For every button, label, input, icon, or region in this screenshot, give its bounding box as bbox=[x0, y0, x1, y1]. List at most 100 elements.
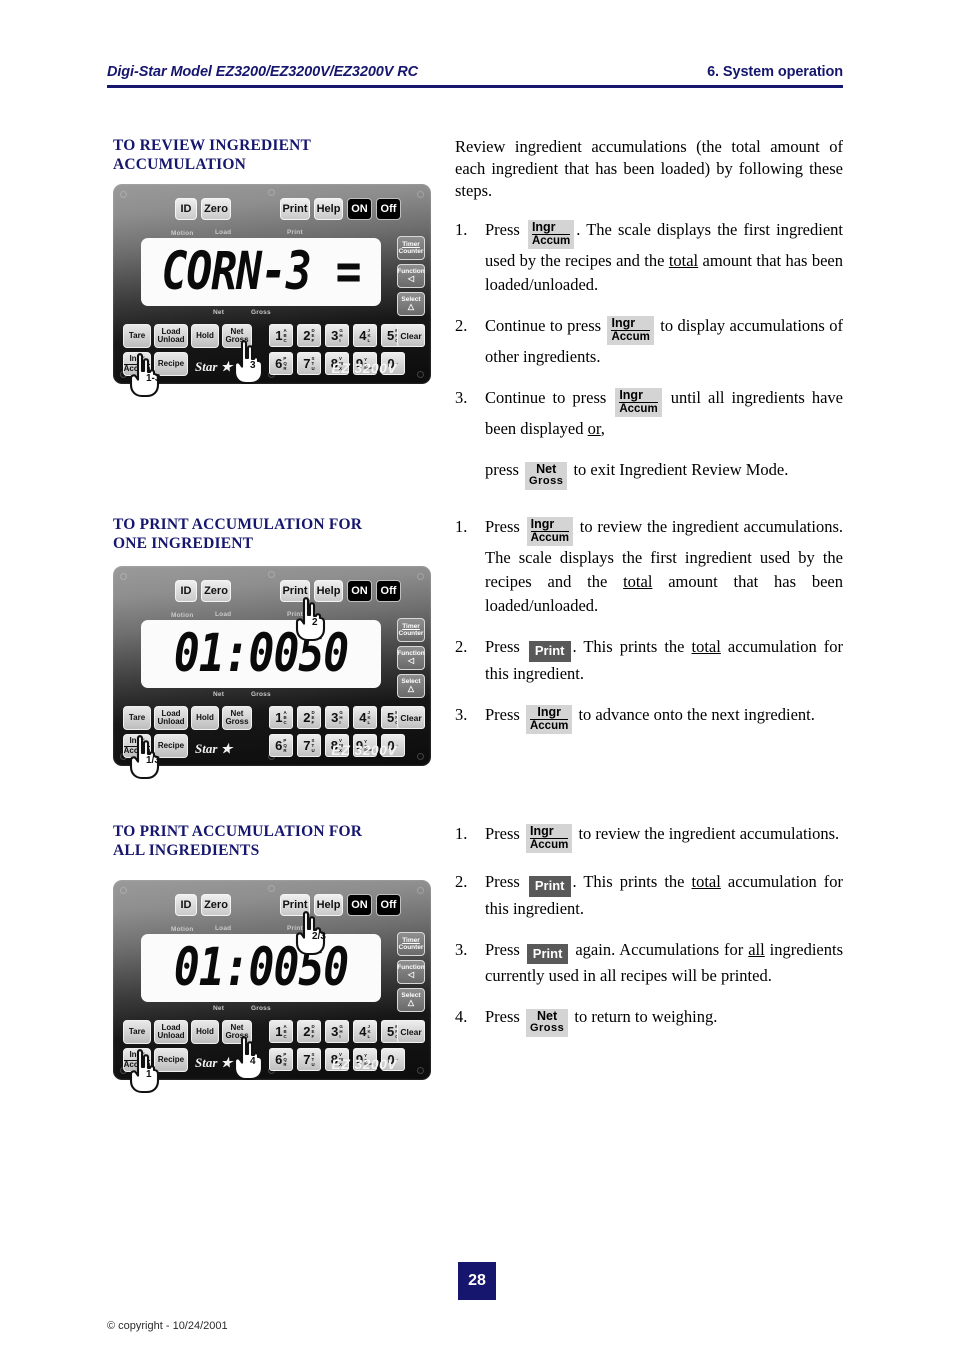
section-2-heading: TO PRINT ACCUMULATION FOR ONE INGREDIENT bbox=[113, 515, 448, 553]
device-net-gross-key[interactable]: Net Gross bbox=[222, 1020, 252, 1044]
device-keypad-6[interactable]: 6PQR bbox=[269, 1048, 293, 1071]
device-load-unload-key[interactable]: Load Unload bbox=[154, 706, 188, 730]
key-label-line1: Tare bbox=[128, 712, 146, 722]
device-function-button[interactable]: Function ◁ bbox=[397, 264, 425, 288]
step-post: to advance onto the next ingredient. bbox=[574, 704, 815, 724]
device-id-button[interactable]: ID bbox=[175, 198, 197, 220]
keypad-letters: STU bbox=[311, 1051, 315, 1067]
device-load-unload-key[interactable]: Load Unload bbox=[154, 324, 188, 348]
step-text: Continue to press Ingr Accum to display a… bbox=[485, 314, 843, 369]
device-keypad-2[interactable]: 2DEF bbox=[297, 706, 321, 729]
key-label-line1: Hold bbox=[196, 712, 214, 722]
device-keypad-3[interactable]: 3GHI bbox=[325, 324, 349, 347]
device-id-button[interactable]: ID bbox=[175, 580, 197, 602]
annunciator-gross: Gross bbox=[251, 691, 271, 698]
manual-page: Digi-Star Model EZ3200/EZ3200V/EZ3200V R… bbox=[0, 0, 954, 1351]
device-help-button[interactable]: Help bbox=[314, 198, 343, 220]
device-ingr-accum-key[interactable]: Ingr Accum bbox=[123, 352, 151, 376]
device-keypad-1[interactable]: 1ABC bbox=[269, 324, 293, 347]
device-timer-counter-button[interactable]: Timer Counter bbox=[397, 236, 425, 260]
bezel-screw bbox=[120, 191, 127, 198]
device-keypad-1[interactable]: 1ABC bbox=[269, 1020, 293, 1043]
step-underline: total bbox=[668, 251, 699, 271]
device-keypad-6[interactable]: 6PQR bbox=[269, 734, 293, 757]
scale-device-figure-1: ID Zero Print Help ON Off Motion Load Print Net Gr… bbox=[113, 184, 431, 398]
device-keypad-4[interactable]: 4JKL bbox=[353, 1020, 377, 1043]
device-off-button[interactable]: Off bbox=[376, 580, 401, 602]
step-pre: Press bbox=[485, 824, 520, 843]
device-print-button[interactable]: Print bbox=[280, 198, 310, 220]
annunciator-motion: Motion bbox=[171, 926, 194, 933]
bezel-screw bbox=[417, 887, 424, 894]
device-tare-key[interactable]: Tare bbox=[123, 324, 151, 348]
device-function-button[interactable]: Function ◁ bbox=[397, 960, 425, 984]
device-keypad-3[interactable]: 3GHI bbox=[325, 1020, 349, 1043]
device-load-unload-key[interactable]: Load Unload bbox=[154, 1020, 188, 1044]
bezel-screw bbox=[417, 371, 424, 378]
device-on-button[interactable]: ON bbox=[347, 894, 372, 916]
ingr-accum-key-icon: Ingr Accum bbox=[526, 516, 573, 547]
device-help-button[interactable]: Help bbox=[314, 580, 343, 602]
device-function-button[interactable]: Function ◁ bbox=[397, 646, 425, 670]
section-1-heading: TO REVIEW INGREDIENT ACCUMULATION bbox=[113, 136, 448, 174]
device-keypad-4[interactable]: 4JKL bbox=[353, 706, 377, 729]
keypad-digit: 5 bbox=[387, 328, 395, 343]
device-off-button[interactable]: Off bbox=[376, 894, 401, 916]
device-select-button[interactable]: Select △ bbox=[397, 292, 425, 316]
annunciator-print: Print bbox=[287, 925, 303, 932]
device-net-gross-key[interactable]: Net Gross bbox=[222, 324, 252, 348]
device-hold-key[interactable]: Hold bbox=[191, 706, 219, 730]
device-zero-button[interactable]: Zero bbox=[201, 580, 231, 602]
device-keypad-7[interactable]: 7STU bbox=[297, 734, 321, 757]
device-print-button[interactable]: Print bbox=[280, 894, 310, 916]
device-timer-counter-button[interactable]: Timer Counter bbox=[397, 618, 425, 642]
button-label-line2: ◁ bbox=[407, 656, 415, 666]
device-ingr-accum-key[interactable]: Ingr Accum bbox=[123, 1048, 151, 1072]
device-select-button[interactable]: Select △ bbox=[397, 988, 425, 1012]
device-on-button[interactable]: ON bbox=[347, 198, 372, 220]
keypad-digit: 2 bbox=[303, 328, 311, 343]
device-keypad-2[interactable]: 2DEF bbox=[297, 1020, 321, 1043]
keypad-letters: DEF bbox=[311, 709, 315, 725]
device-help-button[interactable]: Help bbox=[314, 894, 343, 916]
keypad-digit: 7 bbox=[303, 738, 311, 753]
device-timer-counter-button[interactable]: Timer Counter bbox=[397, 932, 425, 956]
device-zero-button[interactable]: Zero bbox=[201, 198, 231, 220]
device-recipe-key[interactable]: Recipe bbox=[154, 352, 188, 376]
bezel-screw bbox=[417, 1067, 424, 1074]
device-keypad-2[interactable]: 2DEF bbox=[297, 324, 321, 347]
device-keypad-1[interactable]: 1ABC bbox=[269, 706, 293, 729]
device-hold-key[interactable]: Hold bbox=[191, 324, 219, 348]
step-text: Continue to press Ingr Accum until all in… bbox=[485, 386, 843, 441]
step-text: Press Print again. Accumulations for all… bbox=[485, 938, 843, 989]
device-tare-key[interactable]: Tare bbox=[123, 1020, 151, 1044]
device-keypad-4[interactable]: 4JKL bbox=[353, 324, 377, 347]
substep-pre: press bbox=[485, 460, 519, 480]
device-on-button[interactable]: ON bbox=[347, 580, 372, 602]
device-select-button[interactable]: Select △ bbox=[397, 674, 425, 698]
device-clear-key[interactable]: Clear bbox=[397, 706, 425, 729]
keypad-letters: STU bbox=[311, 355, 315, 371]
device-id-button[interactable]: ID bbox=[175, 894, 197, 916]
device-recipe-key[interactable]: Recipe bbox=[154, 734, 188, 758]
key-label-line1: Recipe bbox=[157, 1054, 185, 1064]
device-keypad-3[interactable]: 3GHI bbox=[325, 706, 349, 729]
step-pre: Press bbox=[485, 220, 520, 239]
device-zero-button[interactable]: Zero bbox=[201, 894, 231, 916]
device-keypad-7[interactable]: 7STU bbox=[297, 352, 321, 375]
device-clear-key[interactable]: Clear bbox=[397, 1020, 425, 1043]
device-recipe-key[interactable]: Recipe bbox=[154, 1048, 188, 1072]
device-tare-key[interactable]: Tare bbox=[123, 706, 151, 730]
device-net-gross-key[interactable]: Net Gross bbox=[222, 706, 252, 730]
device-keypad-6[interactable]: 6PQR bbox=[269, 352, 293, 375]
device-hold-key[interactable]: Hold bbox=[191, 1020, 219, 1044]
device-ingr-accum-key[interactable]: Ingr Accum bbox=[123, 734, 151, 758]
ingr-accum-key-icon: Ingr Accum bbox=[525, 704, 573, 734]
key-label-line1: Hold bbox=[196, 330, 214, 340]
section-3-heading-line1: TO PRINT ACCUMULATION FOR bbox=[113, 823, 363, 840]
top-button-row: ID Zero Print Help ON Off bbox=[113, 894, 431, 916]
device-keypad-7[interactable]: 7STU bbox=[297, 1048, 321, 1071]
device-clear-key[interactable]: Clear bbox=[397, 324, 425, 347]
device-off-button[interactable]: Off bbox=[376, 198, 401, 220]
device-print-button[interactable]: Print bbox=[280, 580, 310, 602]
